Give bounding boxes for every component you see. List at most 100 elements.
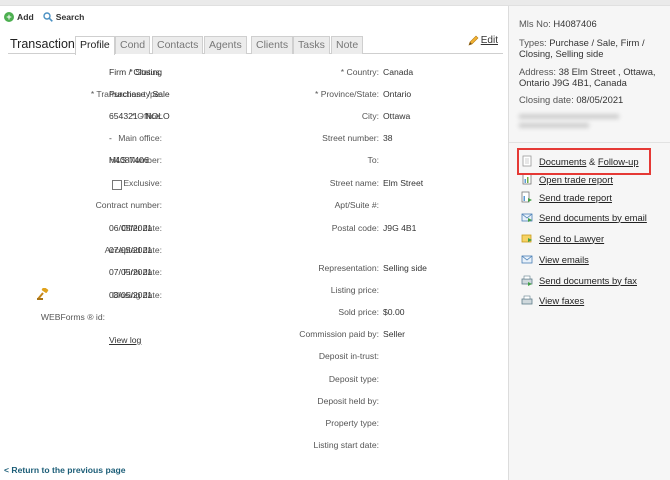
pencil-icon (468, 35, 479, 46)
field-label: Listing start date: (313, 440, 379, 450)
tab-tasks[interactable]: Tasks (293, 36, 330, 54)
field-country: * Country: (200, 66, 379, 78)
field-value: Purchase / Sale (109, 89, 170, 99)
highlight-box (517, 148, 651, 175)
search-button[interactable]: Search (43, 12, 85, 22)
field-value: Elm Street (383, 178, 424, 188)
tab-clients[interactable]: Clients (251, 36, 294, 54)
tab-profile[interactable]: Profile (75, 36, 115, 55)
fax-icon (521, 295, 533, 305)
summary-mls-label: Mls No: (519, 18, 551, 29)
field-commission-paid-by: Commission paid by: (200, 328, 379, 340)
field-value: - (109, 133, 112, 143)
field-label: Listing price: (330, 285, 379, 295)
send-to-lawyer-link[interactable]: Send to Lawyer (521, 232, 604, 244)
view-faxes-link[interactable]: View faxes (521, 294, 584, 306)
field-label: * Province/State: (314, 89, 379, 99)
field-label: Exclusive: (123, 178, 162, 188)
field-value: $0.00 (383, 307, 405, 317)
lawyer-icon (521, 234, 532, 243)
send-trade-report-label: Send trade report (539, 191, 612, 203)
field-label: Postal code: (331, 223, 379, 233)
send-trade-report-link[interactable]: Send trade report (521, 191, 612, 203)
field-label: Contract number: (95, 200, 162, 210)
field-label: Street number: (322, 133, 379, 143)
field-value: 07/05/2021 (109, 267, 153, 277)
exclusive-checkbox[interactable] (112, 180, 122, 190)
field-value: H4087406 (109, 155, 149, 165)
field-label: * Country: (340, 67, 379, 77)
email-icon (521, 255, 533, 264)
view-emails-link[interactable]: View emails (521, 253, 589, 265)
field-listing-start-date: Listing start date: (200, 439, 379, 451)
field-value: 38 (383, 133, 393, 143)
field-main-office: Main office: (0, 132, 162, 144)
field-value: 08/05/2021 (109, 290, 153, 300)
send-docs-fax-label: Send documents by fax (539, 274, 637, 286)
field-label: Deposit in-trust: (318, 351, 379, 361)
fax-send-icon (521, 275, 533, 286)
field-label: To: (367, 155, 379, 165)
view-log-link[interactable]: View log (109, 335, 141, 345)
open-trade-report-label: Open trade report (539, 173, 614, 185)
field-label: Deposit held by: (317, 396, 379, 406)
tab-note[interactable]: Note (331, 36, 364, 54)
summary-closing-label: Closing date: (519, 94, 574, 105)
field-label: Deposit type: (328, 374, 379, 384)
main-panel: + Add Search Transaction Profile Cond Co… (0, 6, 507, 480)
edit-link[interactable]: Edit (468, 35, 498, 46)
field-value: Selling side (383, 263, 427, 273)
field-webforms-id: WEBForms ® id: (0, 311, 105, 323)
field-apt-suite: Apt/Suite #: (200, 199, 379, 211)
tab-contacts[interactable]: Contacts (152, 36, 204, 54)
view-emails-label: View emails (539, 253, 589, 265)
send-report-icon (521, 191, 532, 203)
summary-mls-value: H4087406 (553, 18, 597, 29)
field-city: City: (200, 110, 379, 122)
field-to: To: (200, 154, 379, 166)
summary-panel: Mls No: H4087406 Types: Purchase / Sale,… (508, 6, 670, 480)
field-value: 06/05/2021 (109, 223, 153, 233)
send-to-lawyer-label: Send to Lawyer (539, 232, 605, 244)
return-to-previous-link[interactable]: < Return to the previous page (4, 465, 126, 475)
field-value: Canada (383, 67, 414, 77)
add-label: Add (17, 12, 34, 22)
field-value: Seller (383, 329, 405, 339)
send-docs-fax-link[interactable]: Send documents by fax (521, 274, 637, 286)
field-value: 654321 - NOLO (109, 111, 170, 121)
send-docs-email-link[interactable]: Send documents by email (521, 211, 647, 223)
toolbar: + Add Search (4, 12, 84, 22)
tab-bar-title: Transaction (10, 37, 75, 51)
field-sold-price: Sold price: (200, 306, 379, 318)
field-contract-number: Contract number: (0, 199, 162, 211)
field-label: Sold price: (338, 307, 379, 317)
tab-bar: Transaction Profile Cond Contacts Agents… (8, 35, 503, 55)
field-exclusive: Exclusive: (0, 177, 162, 189)
field-value: Firm / Closing (109, 67, 163, 77)
edit-label: Edit (480, 35, 498, 46)
summary-closing-value: 08/05/2021 (576, 94, 624, 105)
field-representation: Representation: (200, 262, 379, 274)
field-value: 07/05/2021 (109, 245, 153, 255)
field-province: * Province/State: (200, 88, 379, 100)
field-label: Representation: (318, 263, 379, 273)
field-label: Property type: (325, 418, 380, 428)
view-faxes-label: View faxes (539, 294, 585, 306)
tab-agents[interactable]: Agents (204, 36, 247, 54)
field-street-name: Street name: (200, 177, 379, 189)
summary-closing: Closing date: 08/05/2021 (519, 94, 667, 105)
redacted-agent-info (519, 110, 619, 132)
field-value: J9G 4B1 (383, 223, 417, 233)
field-deposit-in-trust: Deposit in-trust: (200, 350, 379, 362)
field-deposit-type: Deposit type: (200, 373, 379, 385)
summary-address-label: Address: (519, 66, 556, 77)
add-button[interactable]: + Add (4, 12, 34, 22)
tab-cond[interactable]: Cond (115, 36, 151, 54)
search-label: Search (55, 12, 85, 22)
summary-mls: Mls No: H4087406 (519, 18, 667, 29)
field-label: Apt/Suite #: (334, 200, 379, 210)
summary-address: Address: 38 Elm Street , Ottawa, Ontario… (519, 66, 667, 88)
field-property-type: Property type: (200, 417, 380, 429)
plus-circle-icon: + (4, 12, 14, 22)
field-postal-code: Postal code: (200, 222, 379, 234)
